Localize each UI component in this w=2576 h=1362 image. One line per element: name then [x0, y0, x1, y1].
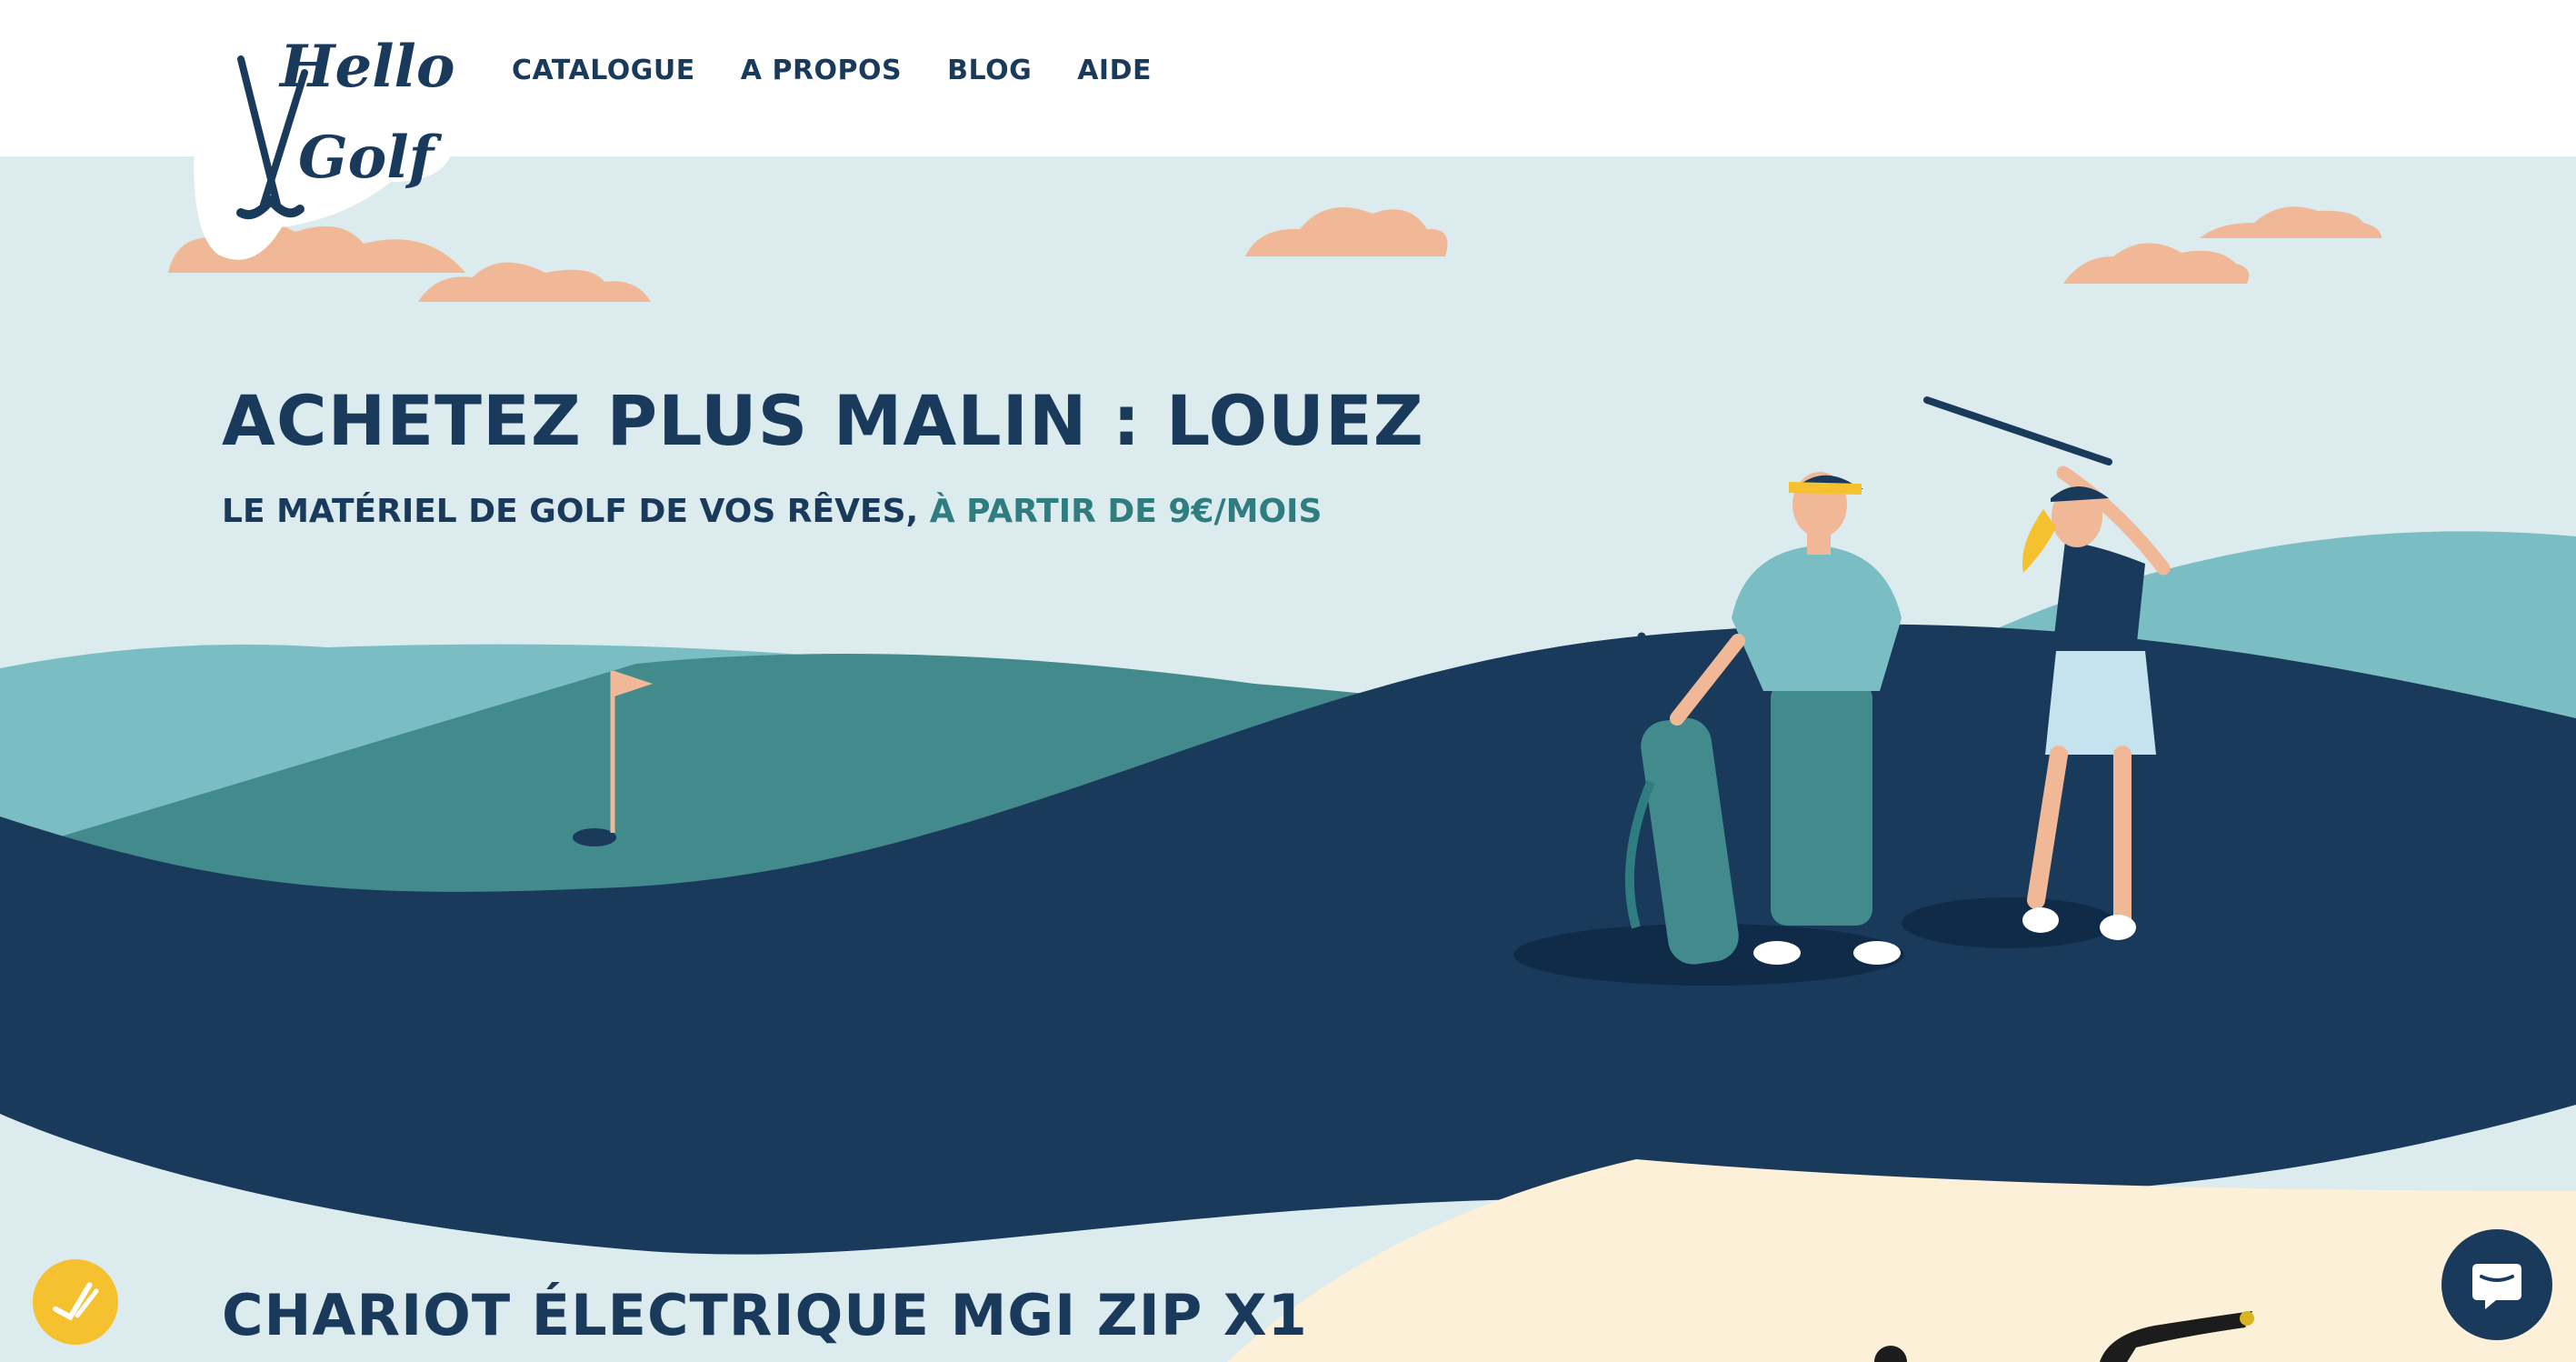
hero-title: ACHETEZ PLUS MALIN : LOUEZ: [222, 380, 1424, 461]
nav-item-catalogue[interactable]: CATALOGUE: [512, 55, 695, 86]
chat-button[interactable]: [2441, 1229, 2552, 1340]
hero-price-highlight: À PARTIR DE 9€/MOIS: [929, 493, 1323, 530]
checkmark-icon: [53, 1282, 99, 1321]
hello-golf-logo[interactable]: Hello Golf: [164, 9, 473, 309]
nav-item-a-propos[interactable]: A PROPOS: [741, 55, 902, 86]
checkmark-badge-icon[interactable]: [25, 1251, 126, 1353]
logo-text-hello: Hello: [278, 33, 455, 101]
hero-subtitle: LE MATÉRIEL DE GOLF DE VOS RÊVES, À PART…: [222, 493, 1322, 530]
hero-subtitle-text: LE MATÉRIEL DE GOLF DE VOS RÊVES,: [222, 493, 919, 530]
nav-item-blog[interactable]: BLOG: [947, 55, 1032, 86]
product-title: CHARIOT ÉLECTRIQUE MGI ZIP X1: [222, 1282, 1308, 1348]
main-nav: CATALOGUE A PROPOS BLOG AIDE: [512, 55, 1152, 86]
logo-text-golf: Golf: [298, 124, 443, 192]
nav-item-aide[interactable]: AIDE: [1077, 55, 1152, 86]
chat-bubble-icon: [2472, 1264, 2521, 1309]
